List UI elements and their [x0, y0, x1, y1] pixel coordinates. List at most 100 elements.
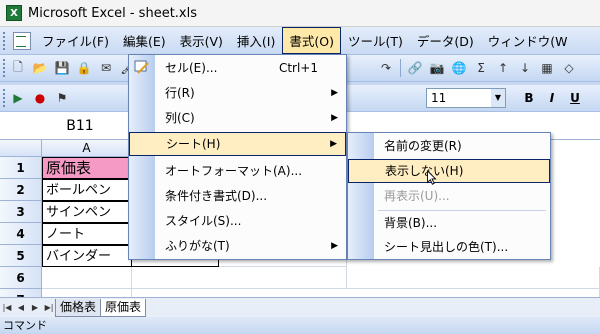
sheet-submenu: 名前の変更(R) 表示しない(H) 再表示(U)... 背景(B)... シート…	[347, 132, 551, 260]
globe-icon[interactable]: 🌐	[450, 59, 468, 77]
row-header[interactable]: 5	[0, 245, 42, 267]
cell-b7[interactable]	[132, 289, 600, 297]
open-icon[interactable]: 📂	[31, 59, 49, 77]
format-cells-icon	[134, 59, 150, 75]
sheet-submenu-background-label: 背景(B)...	[384, 216, 438, 230]
menu-data[interactable]: データ(D)	[410, 27, 481, 54]
format-menu-style[interactable]: スタイル(S)...	[129, 209, 346, 233]
drawing-icon[interactable]: ◇	[560, 59, 578, 77]
format-menu-conditional-label: 条件付き書式(D)...	[165, 189, 268, 203]
cell-a2[interactable]: ボールペン	[42, 179, 132, 201]
submenu-arrow-icon: ▶	[331, 241, 338, 251]
format-menu-furigana-label: ふりがな(T)	[165, 239, 230, 253]
excel-icon[interactable]: X	[6, 5, 22, 21]
menu-edit[interactable]: 編集(E)	[116, 27, 173, 54]
format-menu-row[interactable]: 行(R) ▶	[129, 81, 346, 105]
record-macro-icon[interactable]: ●	[31, 89, 49, 107]
cell-a6[interactable]	[42, 267, 132, 289]
cell-d6[interactable]	[347, 267, 600, 289]
row-header[interactable]: 1	[0, 157, 42, 179]
email-icon[interactable]: ✉	[97, 59, 115, 77]
mouse-pointer-icon	[427, 170, 437, 185]
italic-button[interactable]: I	[543, 89, 561, 107]
save-icon[interactable]: 💾	[53, 59, 71, 77]
sheet-submenu-background[interactable]: 背景(B)...	[348, 211, 550, 235]
new-icon[interactable]: 🗋	[9, 59, 27, 77]
sort-descending-icon[interactable]: ↓	[516, 59, 534, 77]
hyperlink-icon[interactable]: 🔗	[406, 59, 424, 77]
cell-a4[interactable]: ノート	[42, 223, 132, 245]
sheet-tab-price[interactable]: 価格表	[55, 298, 102, 317]
submenu-arrow-icon: ▶	[331, 88, 338, 98]
submenu-arrow-icon: ▶	[331, 113, 338, 123]
row-header[interactable]: 7	[0, 289, 42, 297]
menu-view[interactable]: 表示(V)	[173, 27, 230, 54]
cell-a7[interactable]	[42, 289, 132, 297]
prev-sheet-icon[interactable]: ◀	[14, 303, 28, 312]
sheet-tab-cost[interactable]: 原価表	[100, 298, 147, 317]
cell-a1[interactable]: 原価表	[42, 157, 132, 179]
menubar-grip[interactable]	[3, 31, 7, 50]
menu-format[interactable]: 書式(O)	[282, 27, 341, 54]
next-sheet-icon[interactable]: ▶	[28, 303, 42, 312]
autosum-icon[interactable]: Σ	[472, 59, 490, 77]
submenu-arrow-icon: ▶	[330, 139, 337, 149]
sheet-submenu-rename[interactable]: 名前の変更(R)	[348, 134, 550, 158]
format-menu-style-label: スタイル(S)...	[165, 214, 242, 228]
format-menu: セル(E)... Ctrl+1 行(R) ▶ 列(C) ▶ シート(H) ▶ オ…	[128, 54, 347, 260]
permission-icon[interactable]: 🔒	[75, 59, 93, 77]
toolbar-separator	[400, 59, 401, 77]
chevron-down-icon[interactable]: ▼	[491, 89, 505, 107]
sort-ascending-icon[interactable]: ↑	[494, 59, 512, 77]
sheet-submenu-tab-color[interactable]: シート見出しの色(T)...	[348, 235, 550, 259]
format-menu-furigana[interactable]: ふりがな(T) ▶	[129, 234, 346, 258]
format-menu-column[interactable]: 列(C) ▶	[129, 106, 346, 130]
sheet-tab-bar: |◀ ◀ ▶ ▶| 価格表 原価表	[0, 297, 600, 317]
menu-tools[interactable]: ツール(T)	[341, 27, 410, 54]
menu-insert[interactable]: 挿入(I)	[230, 27, 282, 54]
menu-window[interactable]: ウィンドウ(W	[481, 27, 575, 54]
toolbar-grip-2[interactable]	[3, 89, 7, 107]
format-menu-sheet[interactable]: シート(H) ▶	[129, 132, 346, 156]
toolbar-grip[interactable]	[3, 59, 7, 77]
camera-icon[interactable]: 📷	[428, 59, 446, 77]
run-macro-icon[interactable]: ▶	[9, 89, 27, 107]
sheet-submenu-hide-label: 表示しない(H)	[385, 164, 464, 178]
format-menu-cells-accel: Ctrl+1	[278, 61, 318, 75]
row-header[interactable]: 2	[0, 179, 42, 201]
sheet-submenu-unhide-label: 再表示(U)...	[384, 189, 450, 203]
font-size-select[interactable]: 11 ▼	[426, 88, 506, 108]
cell-b6[interactable]	[132, 267, 347, 289]
row-header[interactable]: 6	[0, 267, 42, 289]
menu-file[interactable]: ファイル(F)	[35, 27, 116, 54]
row-header[interactable]: 4	[0, 223, 42, 245]
font-size-value: 11	[431, 91, 447, 105]
format-menu-column-label: 列(C)	[165, 111, 195, 125]
sheet-submenu-rename-label: 名前の変更(R)	[384, 139, 462, 153]
format-menu-conditional[interactable]: 条件付き書式(D)...	[129, 184, 346, 208]
cell-a3[interactable]: サインペン	[42, 201, 132, 223]
sheet-submenu-unhide: 再表示(U)...	[348, 184, 550, 208]
workbook-icon[interactable]	[13, 31, 31, 50]
chart-icon[interactable]: ▦	[538, 59, 556, 77]
select-all-corner[interactable]	[0, 140, 42, 157]
format-menu-sheet-label: シート(H)	[166, 137, 221, 151]
cell-a5[interactable]: バインダー	[42, 245, 132, 267]
window-title: Microsoft Excel - sheet.xls	[28, 5, 197, 21]
format-menu-autoformat[interactable]: オートフォーマット(A)...	[129, 159, 346, 183]
last-sheet-icon[interactable]: ▶|	[42, 303, 56, 312]
format-menu-row-label: 行(R)	[165, 86, 195, 100]
format-menu-autoformat-label: オートフォーマット(A)...	[165, 164, 303, 178]
sheet-submenu-tab-color-label: シート見出しの色(T)...	[384, 240, 509, 254]
redo-icon[interactable]: ↷	[377, 59, 395, 77]
format-menu-cells[interactable]: セル(E)... Ctrl+1	[129, 56, 346, 80]
status-bar: コマンド	[0, 317, 600, 334]
first-sheet-icon[interactable]: |◀	[0, 303, 14, 312]
column-header-a[interactable]: A	[42, 140, 132, 157]
security-icon[interactable]: ⚑	[53, 89, 71, 107]
sheet-submenu-hide[interactable]: 表示しない(H)	[348, 159, 550, 183]
row-header[interactable]: 3	[0, 201, 42, 223]
title-bar: X Microsoft Excel - sheet.xls	[0, 0, 600, 27]
bold-button[interactable]: B	[520, 89, 538, 107]
underline-button[interactable]: U	[566, 89, 584, 107]
